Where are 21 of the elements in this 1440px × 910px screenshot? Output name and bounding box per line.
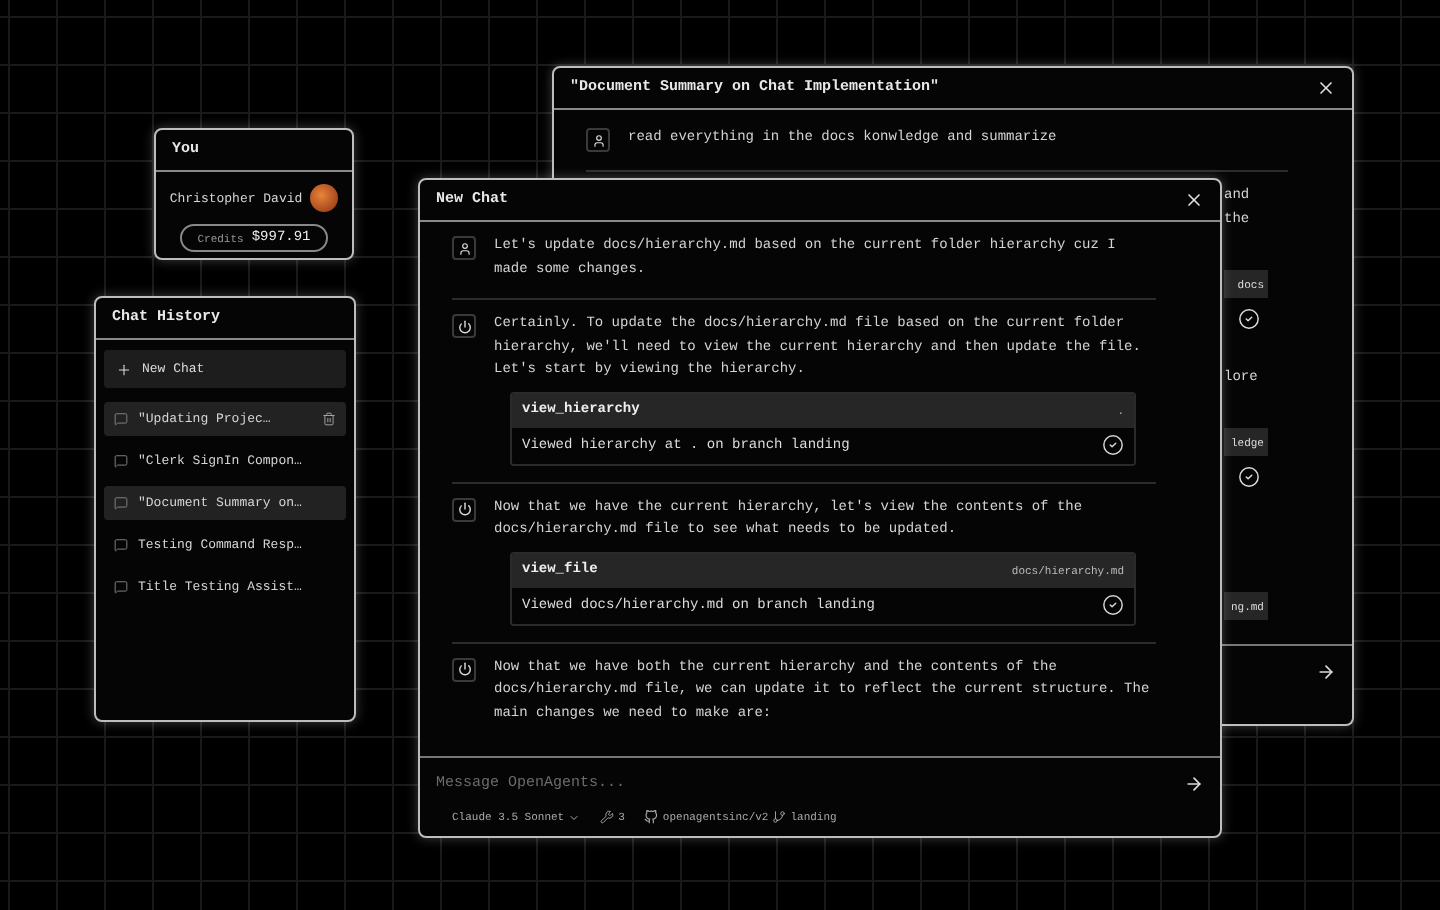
trash-icon[interactable] — [322, 412, 336, 426]
send-button[interactable] — [1184, 774, 1204, 794]
chat-bubble-icon — [114, 496, 128, 510]
close-button[interactable] — [1316, 78, 1336, 98]
chevron-down-icon — [568, 811, 581, 823]
chat-bubble-icon — [114, 412, 128, 426]
user-icon — [586, 128, 610, 152]
power-icon — [452, 657, 476, 681]
chat-bubble-icon — [114, 538, 128, 552]
wrench-icon — [600, 810, 615, 824]
send-button[interactable] — [1316, 662, 1336, 682]
power-icon — [452, 497, 476, 521]
chat-bubble-icon — [114, 454, 128, 468]
branch-icon — [772, 810, 787, 824]
github-icon — [644, 810, 659, 824]
plus-icon — [116, 361, 132, 377]
avatar — [310, 184, 339, 212]
close-button[interactable] — [1184, 190, 1204, 210]
chat-bubble-icon — [114, 580, 128, 594]
user-icon — [452, 236, 476, 260]
power-icon — [452, 314, 476, 338]
